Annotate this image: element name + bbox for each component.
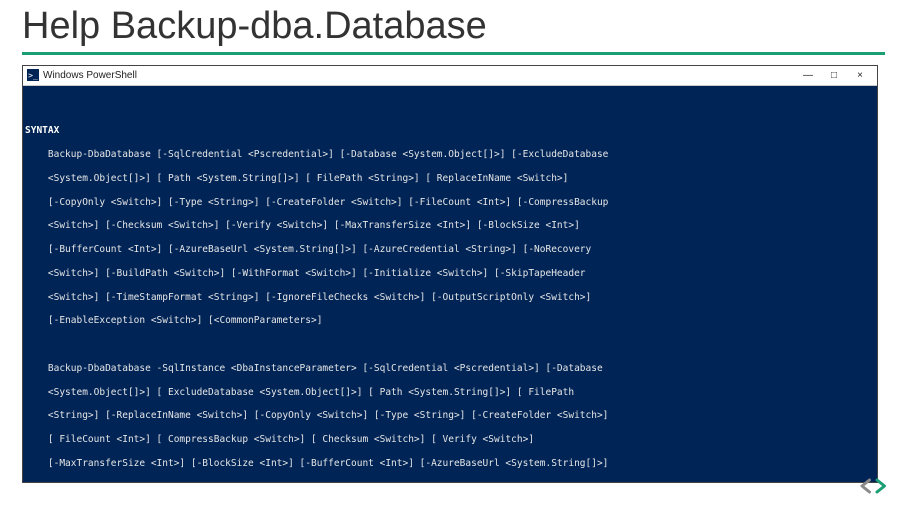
window-title: Windows PowerShell (43, 70, 137, 81)
page-title: Help Backup-dba.Database (0, 0, 907, 48)
syntax-line: <String>] [-ReplaceInName <Switch>] [-Co… (23, 410, 877, 422)
minimize-button[interactable]: — (795, 66, 821, 84)
powershell-window: >_ Windows PowerShell — □ × SYNTAX Backu… (22, 65, 878, 483)
syntax-line: Backup-DbaDatabase -SqlInstance <DbaInst… (23, 363, 877, 375)
close-button[interactable]: × (847, 66, 873, 84)
brand-logo-icon (859, 475, 889, 502)
maximize-button[interactable]: □ (821, 66, 847, 84)
syntax-line: <Switch>] [-TimeStampFormat <String>] [-… (23, 292, 877, 304)
syntax-line: [ FileCount <Int>] [ CompressBackup <Swi… (23, 434, 877, 446)
syntax-line: [-MaxTransferSize <Int>] [-BlockSize <In… (23, 458, 877, 470)
powershell-icon: >_ (27, 69, 39, 81)
syntax-line: <Switch>] [-BuildPath <Switch>] [-WithFo… (23, 268, 877, 280)
syntax-line: Backup-DbaDatabase [-SqlCredential <Pscr… (23, 149, 877, 161)
syntax-header: SYNTAX (23, 125, 877, 137)
syntax-line: [-CopyOnly <Switch>] [-Type <String>] [-… (23, 197, 877, 209)
console-output: SYNTAX Backup-DbaDatabase [-SqlCredentia… (23, 86, 877, 482)
title-underline (22, 52, 885, 55)
syntax-line: <System.Object[]>] [ ExcludeDatabase <Sy… (23, 387, 877, 399)
syntax-line: [-BufferCount <Int>] [-AzureBaseUrl <Sys… (23, 244, 877, 256)
syntax-line: <Switch>] [-Checksum <Switch>] [-Verify … (23, 220, 877, 232)
syntax-line: [-EnableException <Switch>] [<CommonPara… (23, 315, 877, 327)
syntax-line: <System.Object[]>] [ Path <System.String… (23, 173, 877, 185)
window-titlebar: >_ Windows PowerShell — □ × (23, 66, 877, 86)
